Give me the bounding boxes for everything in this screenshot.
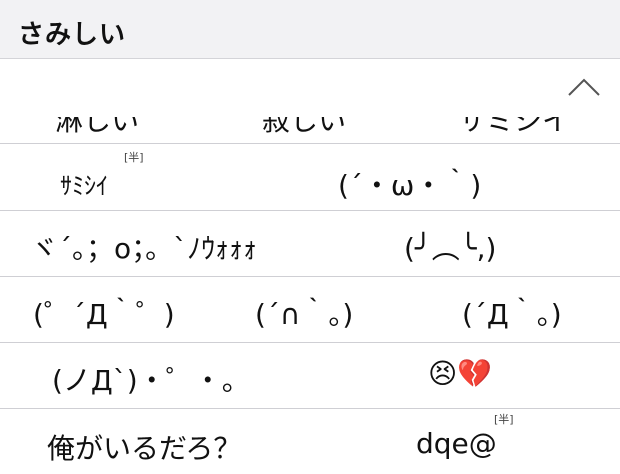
candidate-item[interactable]: ｻﾐｼｲ [60,166,108,201]
candidate-row: 俺がいるだろ？ dqe@ [半] [0,409,620,474]
input-text: さみしい [18,20,127,50]
candidate-row: 淋しい 寂しい サミシイ [0,117,620,144]
candidate-item[interactable]: 俺がいるだろ？ [47,427,241,467]
half-width-badge: [半] [124,151,144,164]
candidate-header [0,59,620,117]
candidate-item[interactable]: (´∩｀。) [255,293,353,333]
candidate-item[interactable]: (´Д｀。) [462,293,562,333]
candidate-item[interactable]: (ノД`)・゜・。 [52,359,250,399]
candidate-item[interactable]: (´・ω・｀) [338,164,481,204]
candidate-item[interactable]: 😣💔 [428,357,492,390]
candidate-list: 淋しい 寂しい サミシイ ｻﾐｼｲ [半] (´・ω・｀) ヾ´。；o；。`ﾉｳ… [0,117,620,474]
candidate-item[interactable]: (゜´Д｀゜) [33,293,175,333]
candidate-row: ｻﾐｼｲ [半] (´・ω・｀) [0,144,620,211]
candidate-item[interactable]: 寂しい [262,117,346,139]
input-bar: さみしい [0,0,620,59]
candidate-row: (゜´Д｀゜) (´∩｀。) (´Д｀。) [0,277,620,343]
candidate-item[interactable]: dqe@ [416,427,497,460]
candidate-item[interactable]: 淋しい [55,117,139,139]
candidate-row: ヾ´。；o；。`ﾉｳｫｫｫ (╯︵╰,) [0,211,620,277]
chevron-up-icon[interactable] [566,73,602,101]
candidate-row: (ノД`)・゜・。 😣💔 [0,343,620,409]
candidate-item[interactable]: ヾ´。；o；。`ﾉｳｫｫｫ [30,227,257,267]
half-width-badge: [半] [494,413,514,426]
candidate-item[interactable]: (╯︵╰,) [404,227,496,267]
candidate-item[interactable]: サミシイ [458,117,570,139]
